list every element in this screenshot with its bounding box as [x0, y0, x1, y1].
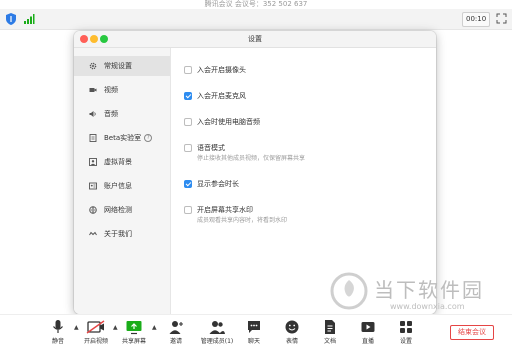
microphone-icon	[53, 320, 63, 333]
meeting-topbar: 00:10	[0, 9, 512, 30]
about-icon	[89, 231, 97, 236]
close-window-button[interactable]	[80, 35, 88, 43]
meeting-toolbar: 静音 ▲ 开启视频 ▲ 共享屏幕 ▲ 邀请 管理成员(1) 聊天 表情 文档 直…	[0, 314, 512, 347]
video-icon	[89, 88, 97, 92]
invite-icon	[169, 321, 183, 334]
toolbar-label: 共享屏幕	[121, 338, 146, 345]
sidebar-item-about[interactable]: 关于我们	[74, 224, 170, 244]
option-label: 入会时使用电脑音频	[197, 118, 260, 126]
option-label: 入会开启摄像头	[197, 66, 246, 74]
watermark-url: www.downxia.com	[390, 302, 465, 311]
toolbar-label: 开启视频	[83, 338, 108, 345]
toolbar-label: 表情	[285, 338, 298, 345]
sidebar-item-label: 账户信息	[104, 182, 132, 190]
sidebar-item-network[interactable]: 网络检测	[74, 200, 170, 220]
sidebar-item-label: Beta实验室	[104, 134, 142, 142]
dialog-title: 设置	[74, 31, 436, 48]
meeting-timer: 00:10	[462, 12, 491, 27]
share-screen-button[interactable]: 共享屏幕	[120, 319, 148, 345]
chat-icon	[248, 321, 260, 333]
watermark-logo-icon	[330, 272, 368, 310]
sidebar-item-video[interactable]: 视频	[74, 80, 170, 100]
site-watermark: 当下软件园 www.downxia.com	[330, 268, 505, 318]
sidebar-item-general[interactable]: 常规设置	[74, 56, 170, 76]
sidebar-item-audio[interactable]: 音频	[74, 104, 170, 124]
share-watermark-checkbox[interactable]	[184, 206, 192, 214]
zoom-window-button[interactable]	[100, 35, 108, 43]
shield-icon[interactable]	[5, 12, 17, 26]
mute-button[interactable]: 静音	[44, 319, 72, 345]
toolbar-label: 直播	[361, 338, 374, 345]
sidebar-item-virtual-background[interactable]: 虚拟背景	[74, 152, 170, 172]
option-description: 成员观看共享内容时，将看到水印	[197, 217, 288, 224]
network-icon	[89, 206, 97, 214]
fullscreen-icon[interactable]	[496, 13, 507, 24]
lab-icon	[89, 134, 97, 142]
toolbar-label: 管理成员(1)	[200, 338, 234, 345]
invite-button[interactable]: 邀请	[162, 319, 190, 345]
emoji-icon	[285, 320, 299, 334]
toolbar-label: 静音	[51, 338, 64, 345]
option-description: 停止接收其他成员视频，仅保留屏幕共享	[197, 155, 306, 162]
video-options-chevron-up-icon[interactable]: ▲	[113, 324, 119, 331]
signal-icon[interactable]	[23, 13, 35, 25]
live-icon	[361, 322, 375, 332]
gear-icon	[89, 62, 97, 70]
toolbar-label: 聊天	[247, 338, 260, 345]
mute-options-chevron-up-icon[interactable]: ▲	[74, 324, 80, 331]
show-duration-checkbox[interactable]	[184, 180, 192, 188]
mic-on-join-checkbox[interactable]	[184, 92, 192, 100]
start-video-button[interactable]: 开启视频	[82, 319, 110, 345]
toolbar-label: 邀请	[169, 338, 182, 345]
share-screen-icon	[126, 321, 142, 335]
sidebar-item-label: 常规设置	[104, 62, 132, 70]
documents-button[interactable]: 文档	[316, 319, 344, 345]
computer-audio-checkbox[interactable]	[184, 118, 192, 126]
help-icon[interactable]: ?	[144, 134, 153, 142]
chat-button[interactable]: 聊天	[240, 319, 268, 345]
voice-mode-checkbox[interactable]	[184, 144, 192, 152]
toolbar-label: 文档	[323, 338, 336, 345]
manage-members-button[interactable]: 管理成员(1)	[200, 319, 234, 345]
window-title: 腾讯会议 会议号：352 502 637	[204, 0, 308, 8]
person-icon	[89, 158, 97, 166]
option-label: 显示参会时长	[197, 180, 239, 188]
account-icon	[89, 182, 97, 190]
settings-button[interactable]: 设置	[392, 319, 420, 345]
sidebar-item-beta-lab[interactable]: Beta实验室?	[74, 128, 170, 148]
sidebar-item-account[interactable]: 账户信息	[74, 176, 170, 196]
sidebar-item-label: 网络检测	[104, 206, 132, 214]
option-label: 开启屏幕共享水印	[197, 206, 253, 214]
sidebar-item-label: 关于我们	[104, 230, 132, 238]
camera-off-icon	[86, 320, 105, 334]
settings-grid-icon	[400, 321, 412, 333]
live-stream-button[interactable]: 直播	[354, 319, 382, 345]
end-meeting-button[interactable]: 结束会议	[450, 325, 494, 340]
share-options-chevron-up-icon[interactable]: ▲	[152, 324, 158, 331]
minimize-window-button[interactable]	[90, 35, 98, 43]
settings-sidebar: 常规设置 视频 音频 Beta实验室? 虚拟背景 账户信息 网络检测 关于我们	[74, 48, 171, 314]
document-icon	[325, 320, 335, 334]
sidebar-item-label: 虚拟背景	[104, 158, 132, 166]
watermark-name: 当下软件园	[374, 278, 484, 302]
toolbar-label: 设置	[399, 338, 412, 345]
speaker-icon	[89, 111, 96, 117]
members-icon	[209, 321, 225, 334]
sidebar-item-label: 音频	[104, 110, 118, 118]
option-label: 语音模式	[197, 144, 225, 152]
camera-on-join-checkbox[interactable]	[184, 66, 192, 74]
option-label: 入会开启麦克风	[197, 92, 246, 100]
reactions-button[interactable]: 表情	[278, 319, 306, 345]
sidebar-item-label: 视频	[104, 86, 118, 94]
